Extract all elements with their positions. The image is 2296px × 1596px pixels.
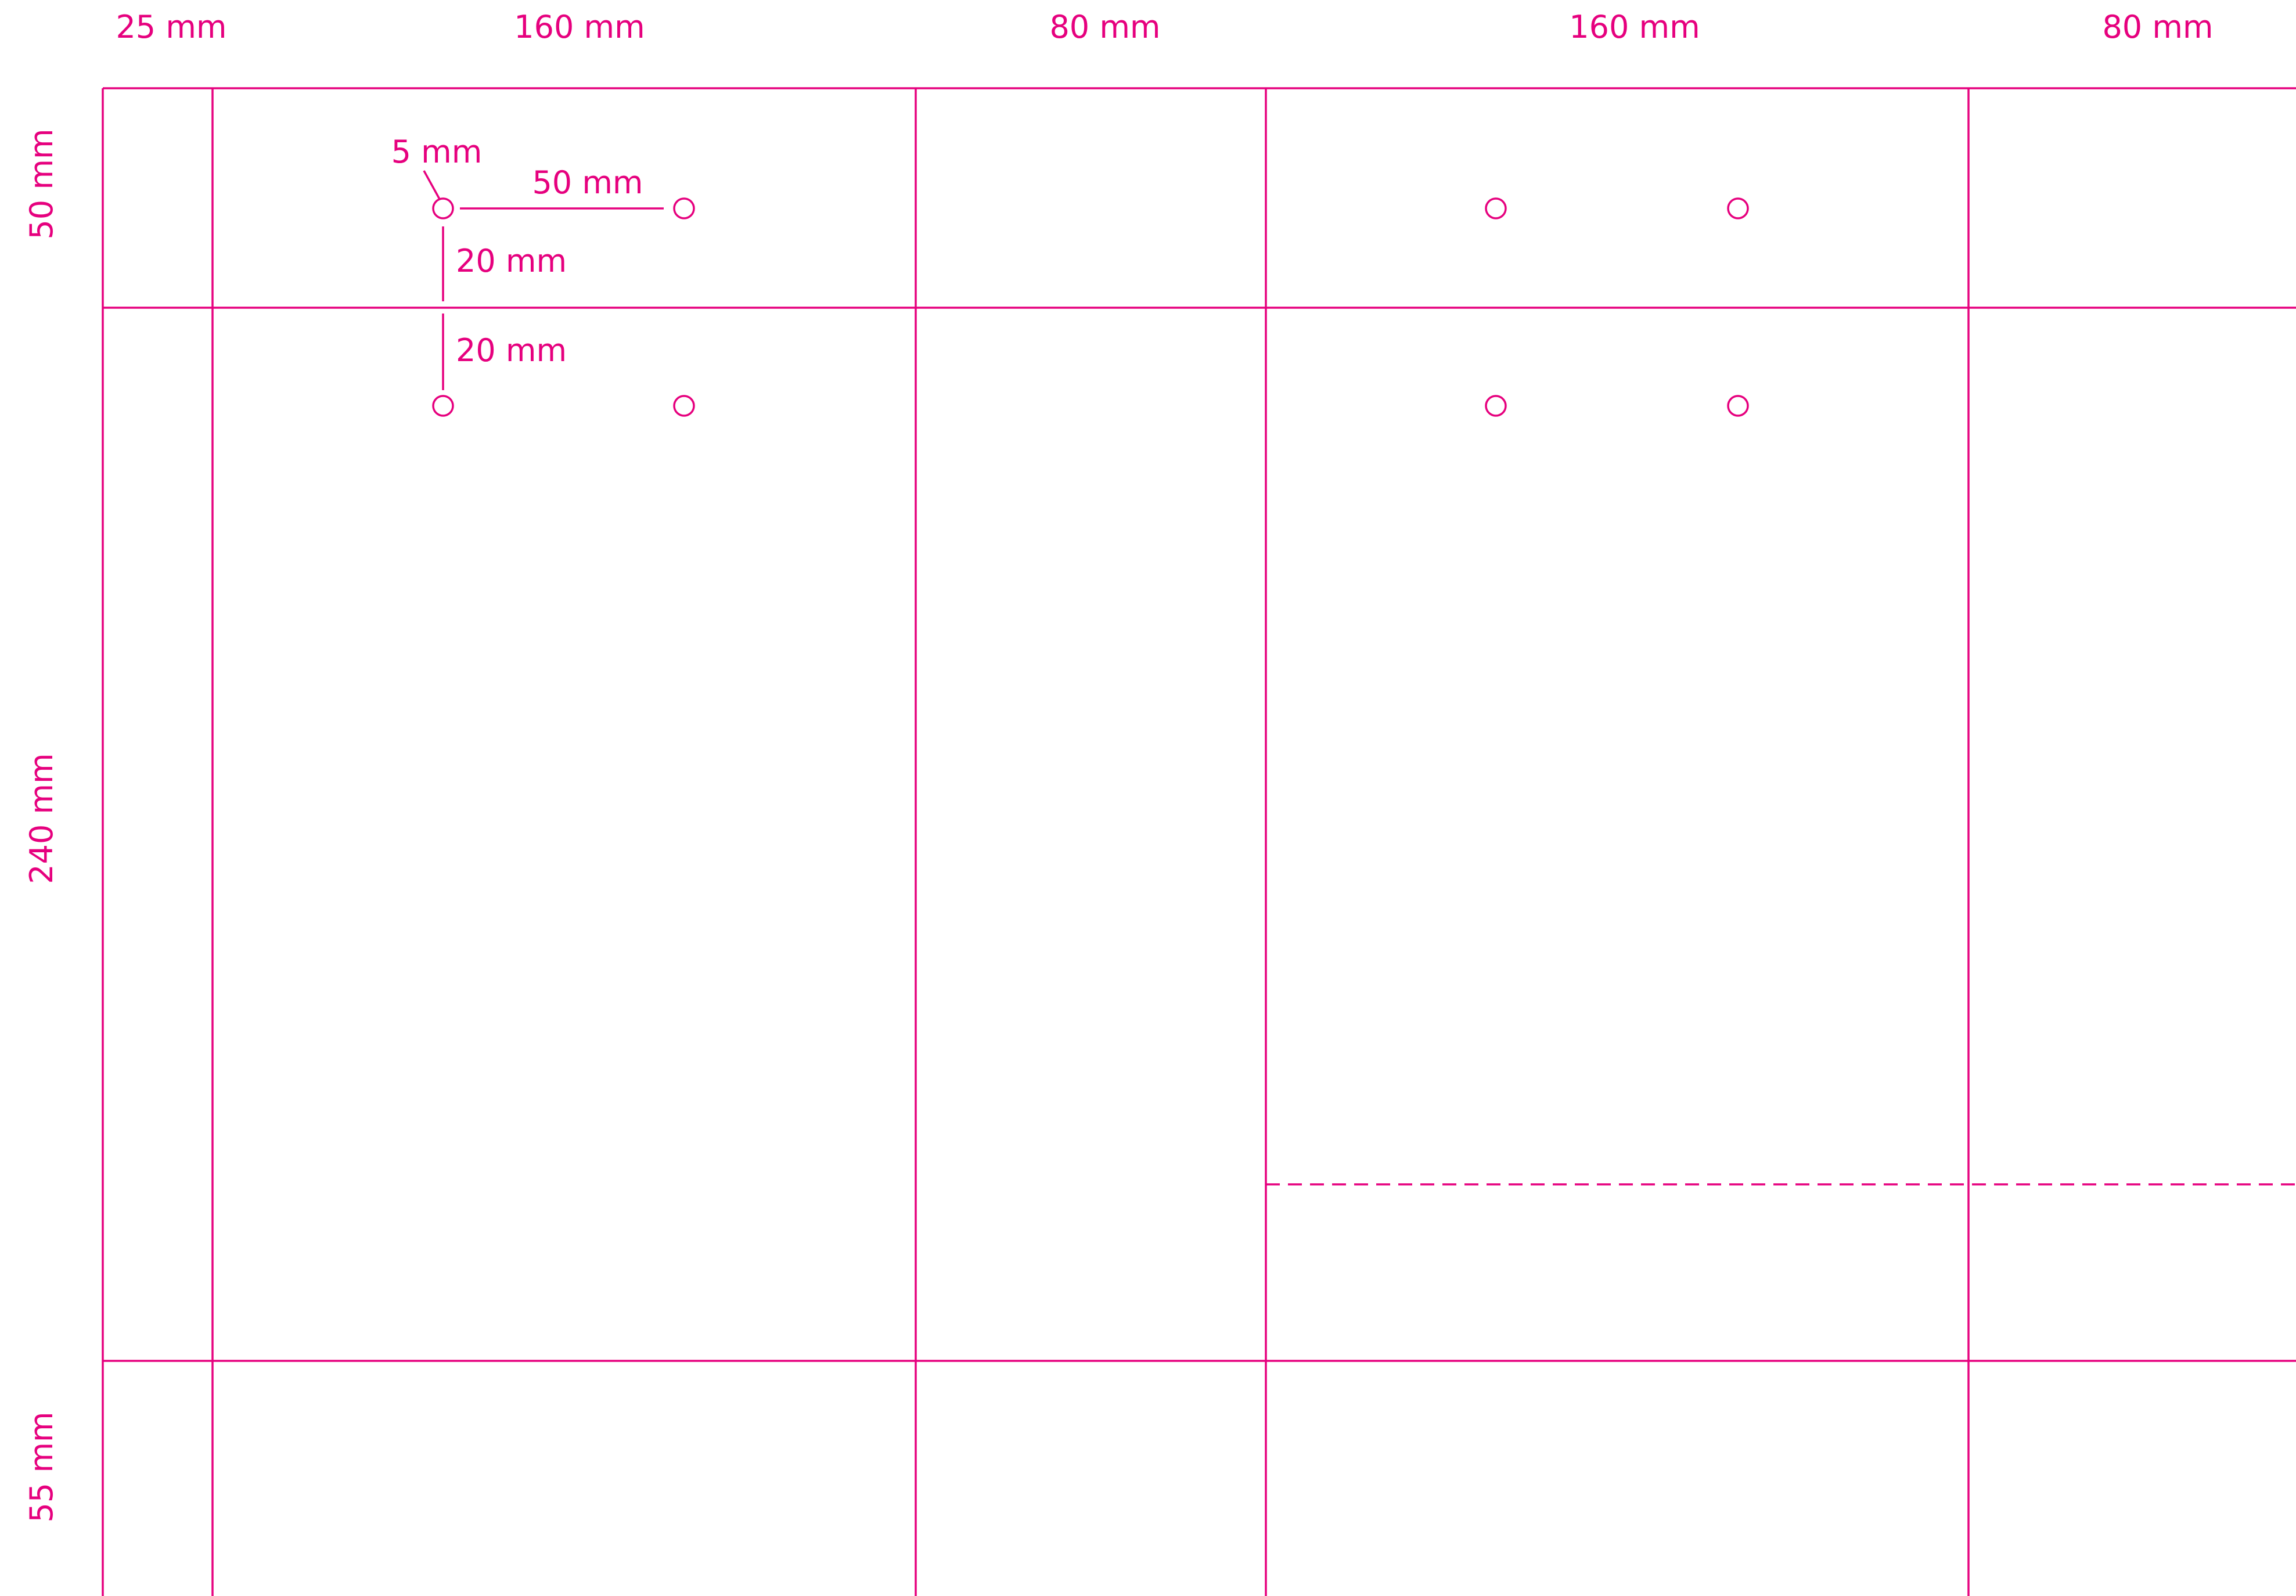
- punch-hole: [1727, 395, 1749, 417]
- hole-offset-label-1: 20 mm: [456, 243, 567, 279]
- row-label-top-flap: 50 mm: [23, 128, 60, 239]
- dieline-drawing: 25 mm 160 mm 80 mm 160 mm 80 mm 50 mm 24…: [23, 9, 2296, 1596]
- hole-diameter-leader: [423, 170, 441, 200]
- col-label-panel-4: 80 mm: [2102, 9, 2213, 45]
- col-label-panel-3: 160 mm: [1569, 9, 1700, 45]
- punch-hole: [673, 197, 695, 219]
- col-label-panel-2: 80 mm: [1049, 9, 1160, 45]
- hole-spacing-label: 50 mm: [532, 164, 643, 201]
- punch-hole: [432, 395, 454, 417]
- punch-hole: [1485, 395, 1507, 417]
- col-label-glue-flap: 25 mm: [116, 9, 226, 45]
- punch-hole: [432, 197, 454, 219]
- row-label-body: 240 mm: [23, 753, 60, 884]
- punch-hole: [1727, 197, 1749, 219]
- row-label-bottom-flap: 55 mm: [23, 1411, 60, 1522]
- punch-hole: [673, 395, 695, 417]
- col-label-panel-1: 160 mm: [514, 9, 645, 45]
- hole-offset-label-2: 20 mm: [456, 332, 567, 369]
- hole-diameter-label: 5 mm: [391, 134, 483, 170]
- punch-hole: [1485, 197, 1507, 219]
